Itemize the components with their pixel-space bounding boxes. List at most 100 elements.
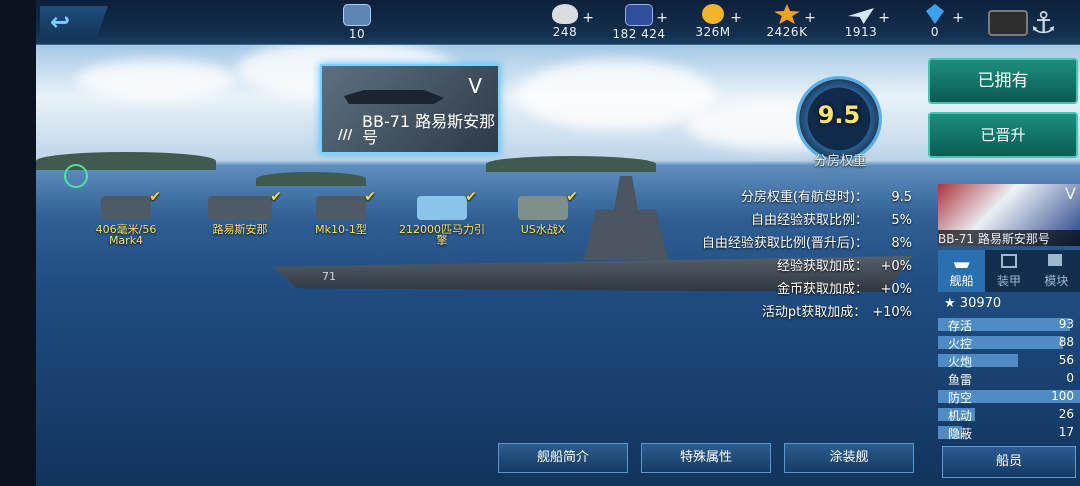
check-icon: ✔ <box>465 189 477 205</box>
card-icon <box>625 4 653 26</box>
back-arrow-icon[interactable]: ↩ <box>50 8 70 36</box>
left-edge <box>0 0 36 486</box>
promoted-button[interactable]: 已晋升 <box>928 112 1078 158</box>
ship-flag-card[interactable]: V BB-71 路易斯安那号 <box>938 184 1080 246</box>
tab-label: 装甲 <box>996 274 1021 288</box>
attr-label: 鱼雷 <box>948 373 973 387</box>
paint-ship-button[interactable]: 涂装舰 <box>784 443 914 473</box>
stat-xp-bonus: 经验获取加成： +0% <box>777 255 912 274</box>
stat-label: 自由经验获取比例： <box>750 213 868 228</box>
resource-coin[interactable]: + 326M <box>678 4 748 39</box>
equip-seaplane[interactable]: ✔ US水战X <box>508 190 578 235</box>
attr-label: 火控 <box>948 337 973 351</box>
plane-icon <box>848 8 874 24</box>
equip-engine[interactable]: ✔ 212000匹马力引擎 <box>396 190 488 247</box>
stat-value: 9.5 <box>891 190 912 205</box>
attr-artillery: 火炮 56 <box>938 352 1080 369</box>
heart-icon <box>552 4 578 24</box>
tab-module[interactable]: 模块 <box>1033 250 1080 292</box>
equip-main-gun[interactable]: ✔ 406毫米/56 Mark4 <box>92 190 161 247</box>
rank-badge: 10 <box>322 4 392 41</box>
stat-value: +0% <box>880 259 912 274</box>
equip-hull[interactable]: ✔ 路易斯安那 <box>200 190 282 236</box>
tab-label: 模块 <box>1044 274 1069 288</box>
equip-label: 212000匹马力引擎 <box>399 223 485 247</box>
check-icon: ✔ <box>566 189 578 205</box>
resource-heart[interactable]: + 248 <box>530 4 600 39</box>
cloud <box>76 60 236 100</box>
tab-label: 舰船 <box>949 274 974 288</box>
equip-fire-control[interactable]: ✔ Mk10-1型 <box>304 190 378 236</box>
stat-value: 8% <box>891 236 912 251</box>
tab-armor[interactable]: 装甲 <box>985 250 1032 292</box>
stat-label: 经验获取加成： <box>776 259 868 274</box>
ship-tier: V <box>1065 184 1076 203</box>
check-icon: ✔ <box>364 189 376 205</box>
ship-tier: V <box>468 74 482 98</box>
island <box>36 152 216 170</box>
stat-free-xp-promoted: 自由经验获取比例(晋升后)： 8% <box>702 232 912 251</box>
ship-card[interactable]: V /// BB-71 路易斯安那号 <box>320 64 500 154</box>
resource-card[interactable]: + 182 424 <box>604 4 674 41</box>
plus-icon[interactable]: + <box>952 10 964 26</box>
equip-label: Mk10-1型 <box>315 223 367 236</box>
island <box>486 156 656 172</box>
attr-value: 100 <box>1051 389 1074 403</box>
attr-value: 56 <box>1058 353 1074 367</box>
gun-icon: ✔ <box>101 190 161 220</box>
right-panel: 已拥有 已晋升 V BB-71 路易斯安那号 舰船 装甲 模块 ★ 30970 … <box>928 48 1080 486</box>
stat-value: +10% <box>872 305 912 320</box>
attr-torpedo: 鱼雷 0 <box>938 370 1080 387</box>
ship-icon: ✔ <box>208 190 282 220</box>
attr-value: 26 <box>1058 407 1074 421</box>
ship-intro-button[interactable]: 舰船简介 <box>498 443 628 473</box>
equip-label: 路易斯安那 <box>212 223 268 236</box>
plus-icon[interactable]: + <box>730 10 742 26</box>
crew-button[interactable]: 船员 <box>942 446 1076 478</box>
special-attributes-button[interactable]: 特殊属性 <box>641 443 771 473</box>
rank-icon <box>343 4 371 26</box>
ship-class-tag: /// <box>338 128 353 143</box>
anchor-icon[interactable]: ⚓ <box>1030 6 1057 41</box>
card-value: 182 424 <box>612 27 666 41</box>
plus-icon[interactable]: + <box>582 10 594 26</box>
cloud <box>516 60 716 130</box>
plus-icon[interactable]: + <box>656 10 668 26</box>
gem-value: 0 <box>930 25 940 39</box>
stat-label: 自由经验获取比例(晋升后)： <box>701 236 868 251</box>
equip-label: 406毫米/56 Mark4 <box>95 223 157 247</box>
ocean-scene <box>36 0 1080 486</box>
tab-ship[interactable]: 舰船 <box>938 250 986 292</box>
stat-label: 金币获取加成： <box>776 282 868 297</box>
attr-anti-air: 防空 100 <box>938 388 1080 405</box>
stat-pt-bonus: 活动pt获取加成： +10% <box>762 301 912 320</box>
chest-icon[interactable] <box>988 10 1028 36</box>
attr-stealth: 隐蔽 17 <box>938 424 1080 441</box>
plus-icon[interactable]: + <box>878 10 890 26</box>
resource-plane[interactable]: + 1913 <box>826 4 896 39</box>
attr-label: 火炮 <box>948 355 973 369</box>
heart-value: 248 <box>552 25 578 39</box>
stat-label: 活动pt获取加成： <box>761 305 867 320</box>
ship-score: ★ 30970 <box>944 296 1002 311</box>
attr-label: 存活 <box>948 319 973 333</box>
resource-gem[interactable]: + 0 <box>900 4 970 39</box>
rank-value: 10 <box>348 27 366 41</box>
island <box>256 172 366 186</box>
star-icon <box>774 4 800 24</box>
attr-fire-control: 火控 88 <box>938 334 1080 351</box>
weight-value: 9.5 <box>817 101 861 129</box>
attr-value: 17 <box>1058 425 1074 439</box>
attr-label: 防空 <box>948 391 973 405</box>
plus-icon[interactable]: + <box>804 10 816 26</box>
module-icon <box>1048 254 1063 266</box>
attr-value: 88 <box>1058 335 1074 349</box>
resource-star[interactable]: + 2426K <box>752 4 822 39</box>
stat-gold-bonus: 金币获取加成： +0% <box>777 278 912 297</box>
armor-icon <box>1000 254 1017 268</box>
stat-label: 分房权重(有航母时)： <box>740 190 868 205</box>
attr-label: 隐蔽 <box>948 427 973 441</box>
owned-button[interactable]: 已拥有 <box>928 58 1078 104</box>
fire-control-icon: ✔ <box>316 190 376 220</box>
attr-label: 机动 <box>948 409 973 423</box>
